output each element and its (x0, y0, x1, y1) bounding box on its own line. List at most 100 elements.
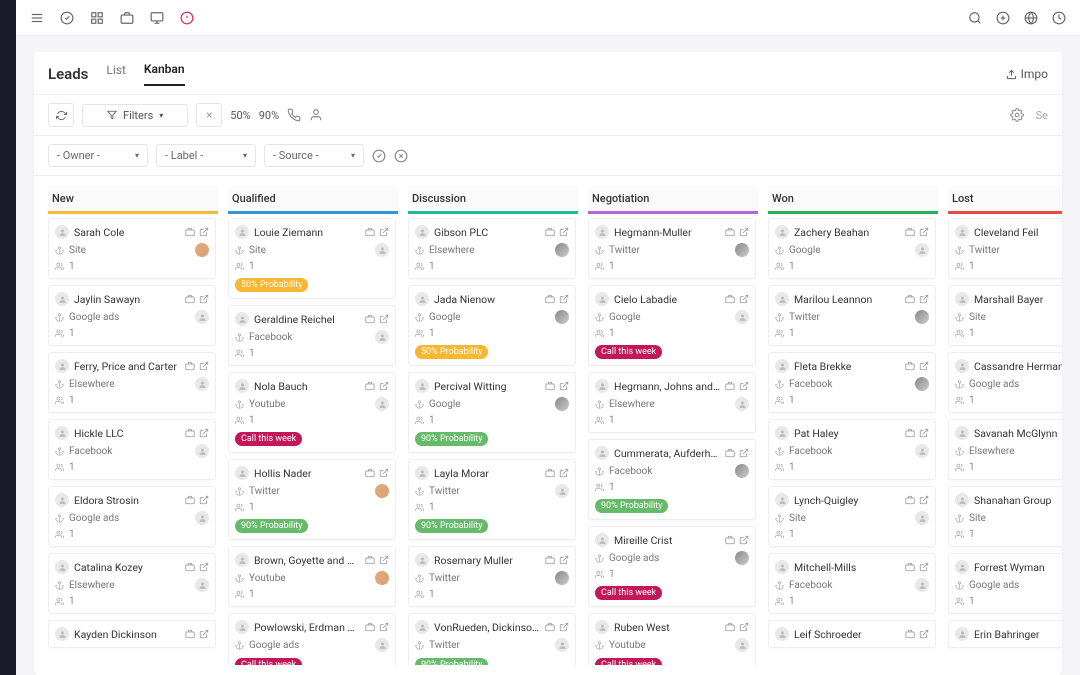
briefcase-icon (185, 562, 195, 572)
lead-card[interactable]: Gibson PLCElsewhere1 (408, 218, 576, 279)
people-icon (235, 262, 244, 271)
lead-source: Elsewhere (69, 379, 190, 390)
external-icon (559, 227, 569, 237)
briefcase-icon (725, 448, 735, 458)
external-icon (559, 381, 569, 391)
lead-name: Lynch-Quigley (794, 494, 900, 507)
pct-50[interactable]: 50% (230, 109, 250, 122)
person-icon[interactable] (309, 108, 323, 122)
lead-card[interactable]: Ferry, Price and CarterElsewhere1 (48, 352, 216, 413)
owner-select[interactable]: - Owner -▾ (48, 144, 148, 167)
lead-count: 1 (69, 529, 209, 540)
lead-card[interactable]: Sarah ColeSite1 (48, 218, 216, 279)
lead-card[interactable]: Jada NienowGoogle150% Probability (408, 285, 576, 366)
lead-card[interactable]: Lynch-QuigleySite1 (768, 486, 936, 547)
lead-card[interactable]: Mireille CristGoogle ads1Call this week (588, 526, 756, 607)
chevron-down-icon: ▾ (135, 151, 139, 160)
lead-card[interactable]: Erin Bahringer (948, 620, 1062, 648)
lead-card[interactable]: Cielo LabadieGoogle1Call this week (588, 285, 756, 366)
anchor-icon (775, 246, 784, 255)
lead-card[interactable]: Jaylin SawaynGoogle ads1 (48, 285, 216, 346)
anchor-icon (55, 380, 64, 389)
lead-card[interactable]: Shanahan GroupSite1 (948, 486, 1062, 547)
clock-icon[interactable] (1052, 11, 1066, 25)
anchor-icon (235, 400, 244, 409)
monitor-icon[interactable] (150, 11, 164, 25)
lead-card[interactable]: Zachery BeahanGoogle1 (768, 218, 936, 279)
add-icon[interactable] (996, 11, 1010, 25)
briefcase-icon (365, 555, 375, 565)
owner-avatar (735, 397, 749, 411)
briefcase-icon[interactable] (120, 11, 134, 25)
lead-card[interactable]: Leif Schroeder (768, 620, 936, 648)
lead-card[interactable]: Louie ZiemannSite150% Probability (228, 218, 396, 299)
lead-card[interactable]: Hegmann, Johns and AnkundingElsewhere1 (588, 372, 756, 433)
lead-source: Site (969, 312, 1062, 323)
phone-icon[interactable] (287, 108, 301, 122)
lead-card[interactable]: Fleta BrekkeFacebook1 (768, 352, 936, 413)
lead-card[interactable]: Cassandre HermanGoogle ads1 (948, 352, 1062, 413)
lead-avatar (55, 225, 69, 239)
lead-card[interactable]: Brown, Goyette and GusikowskiYoutube1 (228, 546, 396, 607)
lead-card[interactable]: Forrest WymanGoogle ads1 (948, 553, 1062, 614)
lead-card[interactable]: Hegmann-MullerTwitter1 (588, 218, 756, 279)
alert-icon[interactable] (180, 11, 194, 25)
tab-kanban[interactable]: Kanban (144, 62, 185, 86)
briefcase-icon (545, 294, 555, 304)
lead-card[interactable]: Mitchell-MillsFacebook1 (768, 553, 936, 614)
lead-card[interactable]: Hickle LLCFacebook1 (48, 419, 216, 480)
owner-avatar (915, 243, 929, 257)
lead-card[interactable]: VonRueden, Dickinson and MacejkovicTwitt… (408, 613, 576, 665)
external-icon (559, 622, 569, 632)
import-button[interactable]: Impo (1006, 67, 1048, 81)
search-icon[interactable] (968, 11, 982, 25)
settings-icon[interactable] (1010, 108, 1024, 122)
lead-count: 1 (969, 596, 1062, 607)
lead-card[interactable]: Kayden Dickinson (48, 620, 216, 648)
lead-card[interactable]: Catalina KozeyElsewhere1 (48, 553, 216, 614)
briefcase-icon (185, 629, 195, 639)
briefcase-icon (725, 535, 735, 545)
people-icon (415, 416, 424, 425)
briefcase-icon (185, 495, 195, 505)
lead-card[interactable]: Ruben WestYoutubeCall this week (588, 613, 756, 665)
pct-90[interactable]: 90% (259, 109, 279, 122)
clear-filter-icon[interactable] (394, 149, 408, 163)
lead-count: 1 (249, 261, 389, 272)
apply-filter-icon[interactable] (372, 149, 386, 163)
lead-card[interactable]: Savanah McGlynnElsewhere1 (948, 419, 1062, 480)
lead-card[interactable]: Geraldine ReichelFacebook1 (228, 305, 396, 366)
source-select[interactable]: - Source -▾ (264, 144, 364, 167)
lead-card[interactable]: Nola BauchYoutube1Call this week (228, 372, 396, 453)
lead-count: 1 (69, 596, 209, 607)
lead-card[interactable]: Marshall BayerSite1 (948, 285, 1062, 346)
menu-icon[interactable] (30, 11, 44, 25)
lead-card[interactable]: Cleveland FeilTwitter1 (948, 218, 1062, 279)
lead-card[interactable]: Rosemary MullerTwitter1 (408, 546, 576, 607)
check-icon[interactable] (60, 11, 74, 25)
chevron-down-icon: ▾ (159, 111, 163, 120)
tab-list[interactable]: List (106, 63, 126, 85)
anchor-icon (235, 487, 244, 496)
external-icon (199, 294, 209, 304)
lead-card[interactable]: Hollis NaderTwitter190% Probability (228, 459, 396, 540)
anchor-icon (415, 574, 424, 583)
label-select[interactable]: - Label -▾ (156, 144, 256, 167)
lead-name: Powlowski, Erdman and Wilderman (254, 621, 360, 634)
anchor-icon (235, 333, 244, 342)
grid-icon[interactable] (90, 11, 104, 25)
lead-count: 1 (249, 502, 389, 513)
globe-icon[interactable] (1024, 11, 1038, 25)
filters-button[interactable]: Filters ▾ (82, 104, 188, 127)
close-filters-button[interactable]: × (196, 103, 222, 127)
lead-card[interactable]: Pat HaleyFacebook1 (768, 419, 936, 480)
lead-name: Marshall Bayer (974, 293, 1062, 306)
owner-avatar (375, 397, 389, 411)
lead-card[interactable]: Marilou LeannonTwitter1 (768, 285, 936, 346)
refresh-button[interactable] (48, 103, 74, 127)
lead-card[interactable]: Percival WittingGoogle190% Probability (408, 372, 576, 453)
lead-card[interactable]: Layla MorarTwitter190% Probability (408, 459, 576, 540)
lead-card[interactable]: Eldora StrosinGoogle ads1 (48, 486, 216, 547)
lead-card[interactable]: Powlowski, Erdman and WildermanGoogle ad… (228, 613, 396, 665)
lead-card[interactable]: Cummerata, Aufderhar and BergnaumFaceboo… (588, 439, 756, 520)
